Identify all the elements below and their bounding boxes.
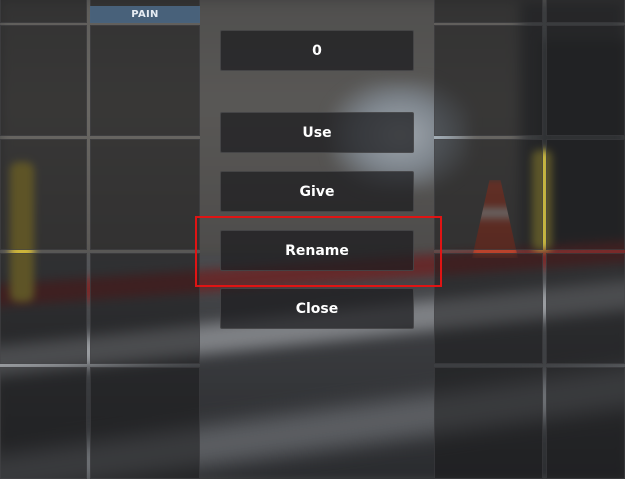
- item-label: PAIN: [90, 6, 200, 23]
- inventory-slot[interactable]: [434, 253, 543, 364]
- inventory-slot[interactable]: [434, 367, 543, 479]
- give-button[interactable]: Give: [220, 171, 414, 212]
- inventory-slot[interactable]: [0, 139, 87, 250]
- rename-button[interactable]: Rename: [220, 230, 414, 271]
- inventory-slot[interactable]: [90, 253, 200, 364]
- use-button[interactable]: Use: [220, 112, 414, 153]
- inventory-slot[interactable]: [546, 367, 625, 479]
- inventory-slot[interactable]: PAIN: [90, 0, 200, 23]
- inventory-slot[interactable]: [90, 367, 200, 479]
- close-button[interactable]: Close: [220, 288, 414, 329]
- inventory-slot[interactable]: [0, 253, 87, 364]
- inventory-slot[interactable]: [0, 25, 87, 136]
- inventory-slot[interactable]: [434, 139, 543, 250]
- inventory-slot[interactable]: [546, 25, 625, 136]
- inventory-slot[interactable]: [0, 367, 87, 479]
- inventory-slot[interactable]: [434, 0, 543, 23]
- inventory-slot[interactable]: [434, 25, 543, 136]
- inventory-slot[interactable]: [0, 0, 87, 23]
- inventory-slot[interactable]: [90, 25, 200, 136]
- inventory-slot[interactable]: [546, 0, 625, 23]
- inventory-slot[interactable]: [90, 139, 200, 250]
- inventory-slot[interactable]: [546, 253, 625, 364]
- inventory-slot[interactable]: [546, 139, 625, 250]
- amount-input[interactable]: [220, 30, 414, 71]
